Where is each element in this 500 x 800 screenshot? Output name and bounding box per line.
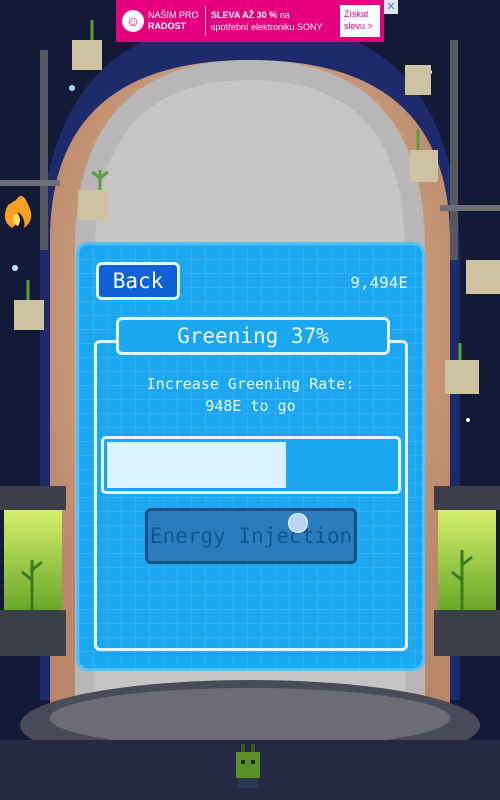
touch-indicator [288, 513, 308, 533]
progress-fill [107, 442, 286, 488]
ad-cta-button[interactable]: Získat slevu > [340, 5, 380, 37]
greening-panel: Back 9,494E Greening 37% Increase Greeni… [76, 242, 425, 671]
greening-progress-bar [101, 436, 401, 494]
energy-counter: 9,494E [350, 273, 408, 292]
greening-rate-label: Increase Greening Rate: [146, 375, 355, 393]
greening-title: Greening 37% [116, 317, 390, 355]
ad-message: SLEVA AŽ 30 % na spotřební elektroniku S… [211, 9, 337, 33]
left-tube [0, 486, 66, 656]
energy-remaining-label: 948E to go [205, 397, 296, 415]
ad-headline-suffix: na [277, 10, 290, 20]
ad-brand-line2: RADOST [148, 21, 186, 31]
back-button[interactable]: Back [96, 262, 180, 300]
ad-cta-line1: Získat [344, 9, 369, 19]
ad-headline: SLEVA AŽ 30 % [211, 10, 278, 20]
ad-brand: NAŠIM PRO RADOST [148, 10, 200, 32]
ad-brand-line1: NAŠIM PRO [148, 10, 199, 20]
smiley-logo-icon: ☺ [122, 10, 144, 32]
ad-banner[interactable]: ☺ NAŠIM PRO RADOST SLEVA AŽ 30 % na spot… [116, 0, 398, 42]
ad-cta-line2: slevu > [344, 21, 373, 31]
ad-divider [205, 6, 206, 36]
ad-body: spotřební elektroniku SONY [211, 22, 323, 32]
right-tube [434, 486, 500, 656]
energy-injection-button[interactable]: Energy Injection [145, 508, 357, 564]
ad-close-icon[interactable]: ✕ [384, 0, 398, 14]
